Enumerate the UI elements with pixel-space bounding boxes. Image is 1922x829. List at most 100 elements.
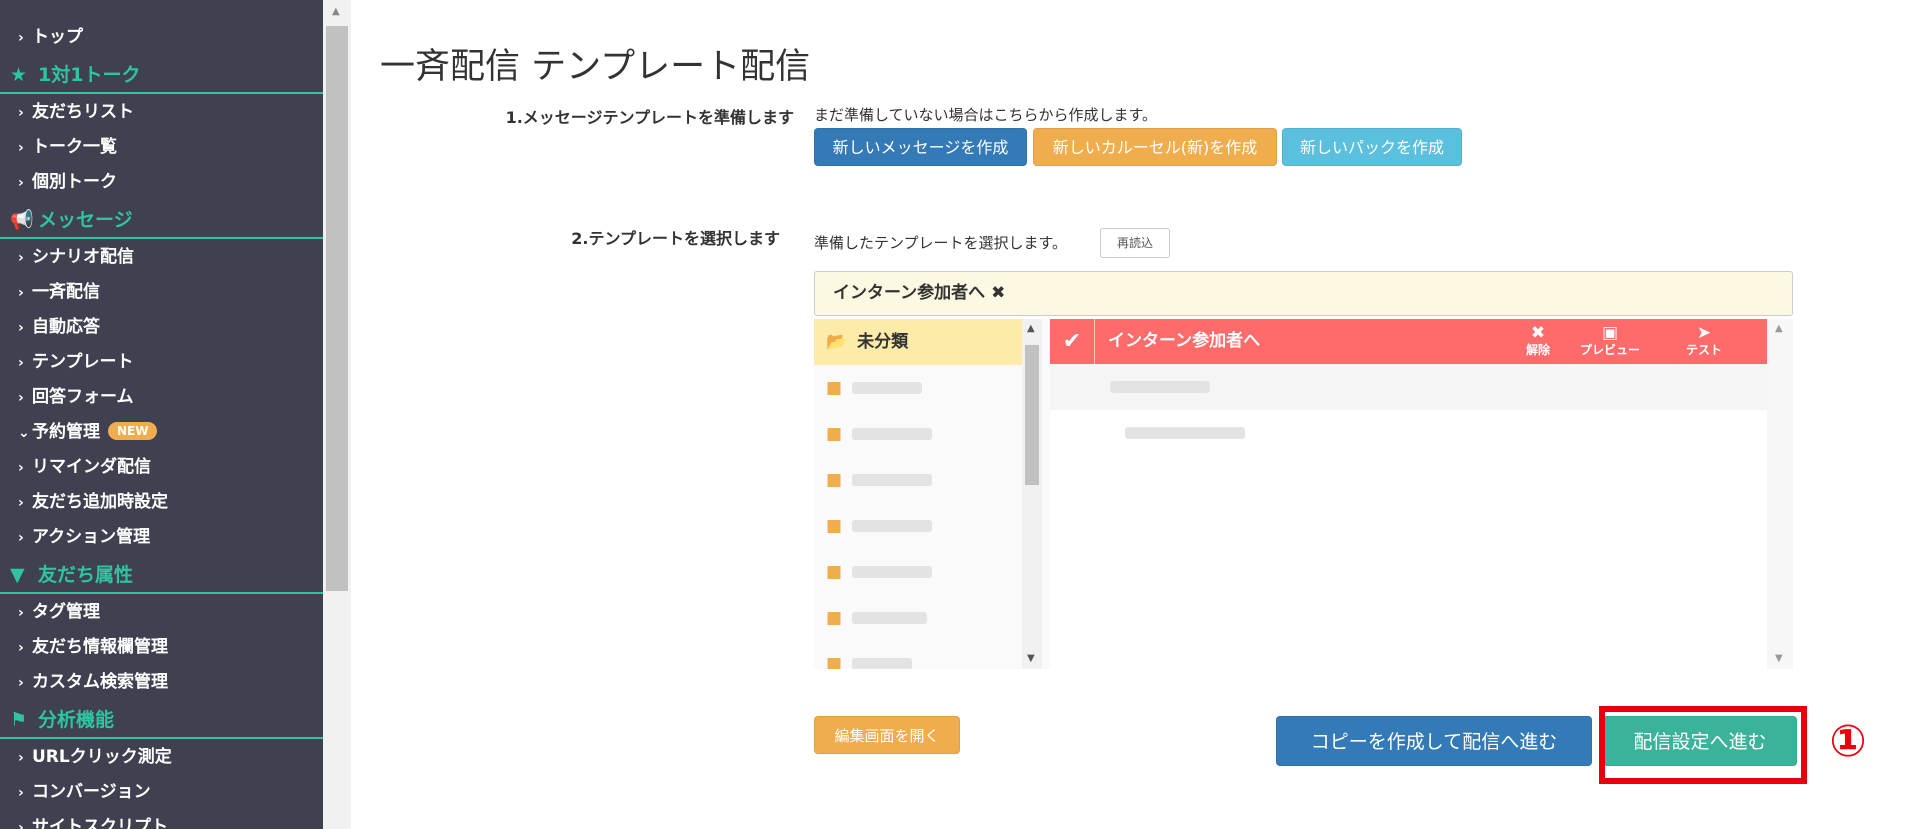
chevron-right-icon: ›: [18, 30, 24, 46]
close-icon: ✖: [1530, 323, 1546, 343]
sidebar-item-14[interactable]: › アクション管理: [0, 520, 323, 555]
sidebar-section-label: 1対1トーク: [38, 64, 141, 86]
chevron-right-icon: ›: [18, 675, 24, 691]
folder-scrollbar-thumb[interactable]: [1025, 345, 1039, 485]
scroll-down-arrow-icon[interactable]: ▼: [1027, 653, 1035, 664]
megaphone-icon: 📢: [10, 209, 34, 231]
chevron-right-icon: ›: [18, 140, 24, 156]
folder-pane: 📂 未分類 ■ ■ ■ ■ ■ ■ ■ ▲ ▼: [814, 319, 1050, 669]
folder-icon: ■: [826, 562, 843, 582]
page-title: 一斉配信 テンプレート配信: [380, 47, 811, 87]
sidebar-section-15[interactable]: ▼ 友だち属性: [0, 557, 323, 594]
image-icon: ▣: [1601, 323, 1619, 343]
sidebar-item-10[interactable]: › 回答フォーム: [0, 380, 323, 415]
sidebar-item-22[interactable]: › サイトスクリプト: [0, 810, 323, 829]
new-pack-button[interactable]: 新しいパックを作成: [1282, 128, 1462, 166]
sidebar-item-2[interactable]: › 友だちリスト: [0, 95, 323, 130]
new-message-button[interactable]: 新しいメッセージを作成: [814, 128, 1027, 166]
blurred-folder-name: [852, 382, 923, 394]
sidebar-item-18[interactable]: › カスタム検索管理: [0, 665, 323, 700]
scroll-up-arrow-icon[interactable]: ▲: [1775, 323, 1783, 334]
check-icon[interactable]: ✔: [1050, 319, 1095, 364]
blurred-template-name: [1110, 381, 1210, 393]
sidebar-item-4[interactable]: › 個別トーク: [0, 165, 323, 200]
copy-and-send-button[interactable]: コピーを作成して配信へ進む: [1276, 716, 1592, 766]
clear-action-label: 解除: [1525, 343, 1550, 357]
sidebar-item-label: 友だちリスト: [32, 102, 134, 122]
step2-note: 準備したテンプレートを選択します。: [814, 234, 1068, 252]
chevron-down-icon: ⌄: [18, 425, 30, 441]
blurred-folder-name: [852, 520, 933, 532]
sidebar-item-6[interactable]: › シナリオ配信: [0, 240, 323, 275]
sidebar-item-16[interactable]: › タグ管理: [0, 595, 323, 630]
sidebar-item-21[interactable]: › コンバージョン: [0, 775, 323, 810]
test-action[interactable]: ➤ テスト: [1672, 323, 1736, 357]
folder-item[interactable]: ■: [814, 503, 1022, 549]
new-carousel-button[interactable]: 新しいカルーセル(新)を作成: [1033, 128, 1277, 166]
folder-item[interactable]: ■: [814, 595, 1022, 641]
chevron-right-icon: ›: [18, 285, 24, 301]
blurred-folder-name: [852, 474, 933, 486]
folder-item[interactable]: ■: [814, 365, 1022, 411]
clear-action[interactable]: ✖ 解除: [1516, 323, 1560, 357]
annotation-highlight-box: [1599, 706, 1807, 784]
folder-icon: ■: [826, 608, 843, 628]
reload-button[interactable]: 再読込: [1100, 228, 1170, 258]
sidebar-item-3[interactable]: › トーク一覧: [0, 130, 323, 165]
folder-open-icon: 📂: [826, 332, 848, 352]
sidebar-item-label: URLクリック測定: [32, 747, 172, 767]
open-editor-button[interactable]: 編集画面を開く: [814, 716, 960, 754]
scroll-up-arrow-icon[interactable]: ▲: [1027, 323, 1035, 334]
sidebar-section-19[interactable]: ⚑ 分析機能: [0, 702, 323, 739]
sidebar-item-label: テンプレート: [32, 352, 134, 372]
folder-item[interactable]: ■: [814, 457, 1022, 503]
filter-icon: ▼: [10, 564, 25, 586]
sidebar-item-label: 回答フォーム: [32, 387, 134, 407]
chevron-right-icon: ›: [18, 820, 24, 829]
sidebar-item-11[interactable]: ⌄ 予約管理 NEW: [0, 415, 323, 450]
folder-item[interactable]: ■: [814, 641, 1022, 669]
chevron-right-icon: ›: [18, 460, 24, 476]
folder-icon: ■: [826, 516, 843, 536]
folder-label: 未分類: [857, 332, 909, 352]
sidebar-item-label: リマインダ配信: [32, 457, 151, 477]
preview-action-label: プレビュー: [1579, 343, 1640, 357]
blurred-folder-name: [852, 566, 933, 578]
chevron-right-icon: ›: [18, 605, 24, 621]
sidebar-item-9[interactable]: › テンプレート: [0, 345, 323, 380]
sidebar-item-0[interactable]: › トップ: [0, 20, 323, 55]
folder-icon: ■: [826, 470, 843, 490]
chevron-right-icon: ›: [18, 355, 24, 371]
sidebar-item-17[interactable]: › 友だち情報欄管理: [0, 630, 323, 665]
folder-scrollbar[interactable]: ▲ ▼: [1022, 319, 1042, 669]
preview-action[interactable]: ▣ プレビュー: [1565, 323, 1655, 357]
sidebar-item-7[interactable]: › 一斉配信: [0, 275, 323, 310]
selected-template-tag[interactable]: インターン参加者へ ✖: [814, 271, 1793, 316]
sidebar-item-label: 予約管理: [32, 422, 100, 442]
sidebar-item-label: トーク一覧: [32, 137, 117, 157]
template-row[interactable]: [1050, 410, 1767, 456]
page-scrollbar[interactable]: ▲: [323, 0, 351, 829]
sidebar-section-5[interactable]: 📢 メッセージ: [0, 202, 323, 239]
page-scrollbar-thumb[interactable]: [326, 26, 348, 591]
folder-item[interactable]: ■: [814, 411, 1022, 457]
chevron-right-icon: ›: [18, 495, 24, 511]
blurred-folder-name: [852, 658, 913, 669]
template-row[interactable]: [1050, 364, 1767, 410]
sidebar-item-12[interactable]: › リマインダ配信: [0, 450, 323, 485]
selected-template-row[interactable]: ✔ インターン参加者へ ✖ 解除 ▣ プレビュー ➤ テスト: [1050, 319, 1767, 364]
sidebar-item-label: タグ管理: [32, 602, 100, 622]
sidebar-item-8[interactable]: › 自動応答: [0, 310, 323, 345]
sidebar-item-20[interactable]: › URLクリック測定: [0, 740, 323, 775]
paper-plane-icon: ➤: [1696, 323, 1712, 343]
folder-icon: ■: [826, 654, 843, 669]
scroll-down-arrow-icon[interactable]: ▼: [1775, 653, 1783, 664]
folder-item[interactable]: ■: [814, 549, 1022, 595]
sidebar-section-1[interactable]: ★ 1対1トーク: [0, 57, 323, 94]
chevron-right-icon: ›: [18, 105, 24, 121]
scroll-up-arrow-icon[interactable]: ▲: [332, 6, 340, 17]
folder-icon: ■: [826, 378, 843, 398]
folder-item-uncategorized[interactable]: 📂 未分類: [814, 319, 1022, 365]
sidebar-item-13[interactable]: › 友だち追加時設定: [0, 485, 323, 520]
template-scrollbar[interactable]: ▲ ▼: [1767, 319, 1793, 669]
